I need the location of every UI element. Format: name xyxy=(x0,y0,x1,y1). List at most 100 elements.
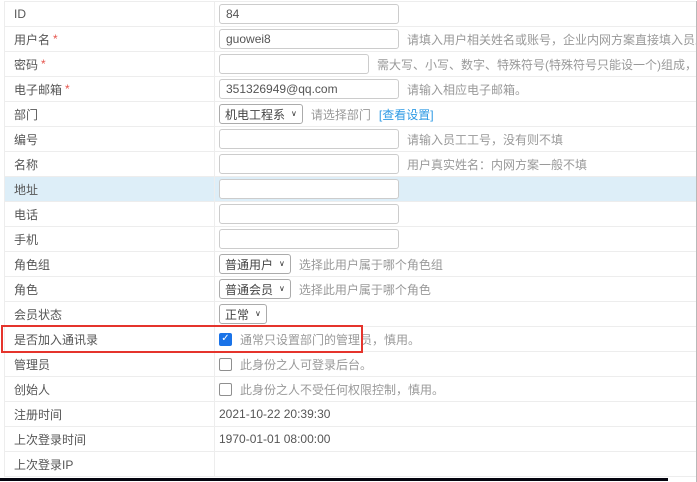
mobile-label-cell: 手机 xyxy=(5,227,215,251)
role-row: 角色 普通会员∨ 选择此用户属于哪个角色 xyxy=(5,277,697,302)
register-time-label-cell: 注册时间 xyxy=(5,402,215,426)
department-settings-link[interactable]: [查看设置] xyxy=(379,106,434,123)
admin-row: 管理员 此身份之人可登录后台。 xyxy=(5,352,697,377)
required-asterisk: * xyxy=(53,32,58,46)
member-status-select[interactable]: 正常∨ xyxy=(219,304,267,324)
email-label-cell: 电子邮箱* xyxy=(5,77,215,101)
password-input[interactable] xyxy=(219,54,369,74)
address-value-cell xyxy=(215,177,697,201)
register-time-value: 2021-10-22 20:39:30 xyxy=(219,407,330,421)
role-label-cell: 角色 xyxy=(5,277,215,301)
field-label: 电子邮箱 xyxy=(14,81,62,98)
email-row: 电子邮箱* 请输入相应电子邮箱。 xyxy=(5,77,697,102)
required-asterisk: * xyxy=(41,57,46,71)
required-asterisk: * xyxy=(65,82,70,96)
number-row: 编号 请输入员工工号，没有则不填 xyxy=(5,127,697,152)
field-label: 创始人 xyxy=(14,381,50,398)
address-input[interactable] xyxy=(219,179,399,199)
field-label: 用户名 xyxy=(14,31,50,48)
admin-checkbox[interactable] xyxy=(219,358,232,371)
mobile-value-cell xyxy=(215,227,697,251)
address-label-cell: 地址 xyxy=(5,177,215,201)
name-hint: 用户真实姓名：内网方案一般不填 xyxy=(407,156,587,173)
field-label: ID xyxy=(14,7,26,21)
password-hint: 需大写、小写、数字、特殊符号(特殊符号只能设一个)组成，位数不少于8位。 xyxy=(377,56,697,73)
phone-input[interactable] xyxy=(219,204,399,224)
name-row: 名称 用户真实姓名：内网方案一般不填 xyxy=(5,152,697,177)
role-group-value-cell: 普通用户 ∨ 选择此用户属于哪个角色组 xyxy=(215,252,697,276)
field-label: 上次登录时间 xyxy=(14,431,86,448)
selected-option-label: 机电工程系 xyxy=(225,106,285,123)
join-addressbook-checkbox[interactable]: ✓ xyxy=(219,333,232,346)
password-value-cell: 需大写、小写、数字、特殊符号(特殊符号只能设一个)组成，位数不少于8位。 xyxy=(215,52,697,76)
join-addressbook-label-cell: 是否加入通讯录 xyxy=(5,327,215,351)
field-label: 角色组 xyxy=(14,256,50,273)
mobile-row: 手机 xyxy=(5,227,697,252)
member-status-row: 会员状态正常∨ xyxy=(5,302,697,327)
field-label: 名称 xyxy=(14,156,38,173)
email-hint: 请输入相应电子邮箱。 xyxy=(407,81,527,98)
name-label-cell: 名称 xyxy=(5,152,215,176)
field-label: 上次登录IP xyxy=(14,456,73,473)
username-label-cell: 用户名* xyxy=(5,27,215,51)
number-input[interactable] xyxy=(219,129,399,149)
last-login-ip-row: 上次登录IP xyxy=(5,452,697,477)
username-value-cell: 请填入用户相关姓名或账号，企业内网方案直接填入员工姓名。 xyxy=(215,27,697,51)
department-hint: 请选择部门 xyxy=(311,106,371,123)
field-label: 地址 xyxy=(14,181,38,198)
address-row: 地址 xyxy=(5,177,697,202)
user-edit-form-page: ID用户名*请填入用户相关姓名或账号，企业内网方案直接填入员工姓名。密码*需大写… xyxy=(0,1,697,482)
username-input[interactable] xyxy=(219,29,399,49)
last-login-ip-value-cell xyxy=(215,452,697,476)
email-input[interactable] xyxy=(219,79,399,99)
department-row: 部门机电工程系 ∨ 请选择部门 [查看设置] xyxy=(5,102,697,127)
password-label-cell: 密码* xyxy=(5,52,215,76)
founder-checkbox[interactable] xyxy=(219,383,232,396)
phone-value-cell xyxy=(215,202,697,226)
last-login-time-value: 1970-01-01 08:00:00 xyxy=(219,432,330,446)
join-addressbook-value-cell: ✓通常只设置部门的管理员，慎用。 xyxy=(215,327,697,351)
id-value-cell xyxy=(215,2,697,26)
field-label: 是否加入通讯录 xyxy=(14,331,98,348)
role-group-hint: 选择此用户属于哪个角色组 xyxy=(299,256,443,273)
chevron-down-icon: ∨ xyxy=(255,310,261,318)
user-form-table: ID用户名*请填入用户相关姓名或账号，企业内网方案直接填入员工姓名。密码*需大写… xyxy=(4,1,697,477)
mobile-input[interactable] xyxy=(219,229,399,249)
member-status-label-cell: 会员状态 xyxy=(5,302,215,326)
admin-value-cell: 此身份之人可登录后台。 xyxy=(215,352,697,376)
username-row: 用户名* 请填入用户相关姓名或账号，企业内网方案直接填入员工姓名。 xyxy=(5,27,697,52)
email-value-cell: 请输入相应电子邮箱。 xyxy=(215,77,697,101)
field-label: 角色 xyxy=(14,281,38,298)
department-label-cell: 部门 xyxy=(5,102,215,126)
id-input[interactable] xyxy=(219,4,399,24)
field-label: 电话 xyxy=(14,206,38,223)
role-hint: 选择此用户属于哪个角色 xyxy=(299,281,431,298)
founder-hint: 此身份之人不受任何权限控制，慎用。 xyxy=(240,381,444,398)
phone-label-cell: 电话 xyxy=(5,202,215,226)
join-addressbook-row: 是否加入通讯录 ✓通常只设置部门的管理员，慎用。 xyxy=(5,327,697,352)
register-time-value-cell: 2021-10-22 20:39:30 xyxy=(215,402,697,426)
department-select[interactable]: 机电工程系 ∨ xyxy=(219,104,303,124)
role-select[interactable]: 普通会员∨ xyxy=(219,279,291,299)
last-login-time-row: 上次登录时间 1970-01-01 08:00:00 xyxy=(5,427,697,452)
number-label-cell: 编号 xyxy=(5,127,215,151)
username-hint: 请填入用户相关姓名或账号，企业内网方案直接填入员工姓名。 xyxy=(407,31,697,48)
role-group-select[interactable]: 普通用户 ∨ xyxy=(219,254,291,274)
name-value-cell: 用户真实姓名：内网方案一般不填 xyxy=(215,152,697,176)
name-input[interactable] xyxy=(219,154,399,174)
number-hint: 请输入员工工号，没有则不填 xyxy=(407,131,563,148)
role-group-label-cell: 角色组 xyxy=(5,252,215,276)
number-value-cell: 请输入员工工号，没有则不填 xyxy=(215,127,697,151)
last-login-time-value-cell: 1970-01-01 08:00:00 xyxy=(215,427,697,451)
field-label: 注册时间 xyxy=(14,406,62,423)
founder-row: 创始人 此身份之人不受任何权限控制，慎用。 xyxy=(5,377,697,402)
password-row: 密码* 需大写、小写、数字、特殊符号(特殊符号只能设一个)组成，位数不少于8位。 xyxy=(5,52,697,77)
selected-option-label: 普通用户 xyxy=(225,256,273,273)
member-status-value-cell: 正常∨ xyxy=(215,302,697,326)
field-label: 密码 xyxy=(14,56,38,73)
chevron-down-icon: ∨ xyxy=(291,110,297,118)
last-login-ip-label-cell: 上次登录IP xyxy=(5,452,215,476)
chevron-down-icon: ∨ xyxy=(279,260,285,268)
field-label: 管理员 xyxy=(14,356,50,373)
id-label-cell: ID xyxy=(5,2,215,26)
